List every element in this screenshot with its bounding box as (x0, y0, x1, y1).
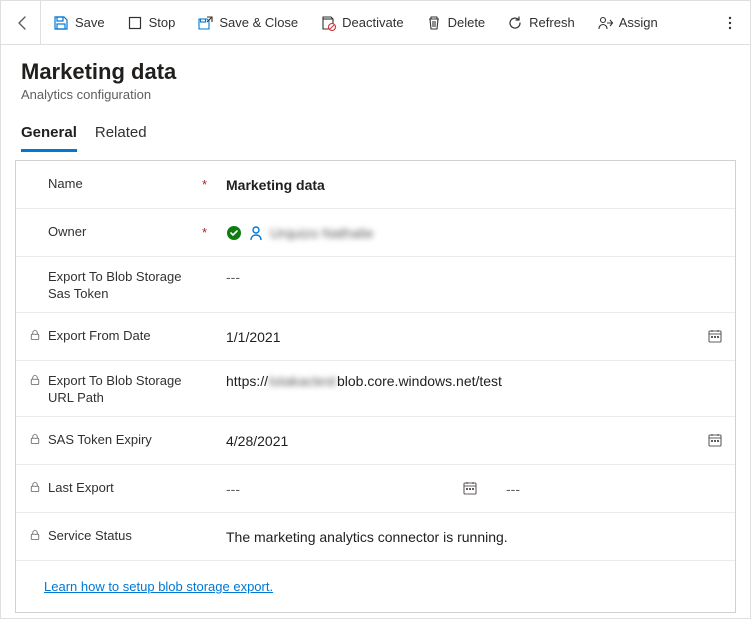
page-header: Marketing data Analytics configuration (1, 45, 750, 102)
page-subtitle: Analytics configuration (21, 87, 730, 102)
label-sas-expiry: SAS Token Expiry (48, 432, 152, 449)
row-url-path: Export To Blob Storage URL Path https://… (16, 361, 735, 417)
save-close-button[interactable]: Save & Close (187, 9, 308, 37)
stop-label: Stop (149, 15, 176, 30)
deactivate-icon (320, 15, 336, 31)
lock-icon (28, 528, 42, 541)
label-url-path: Export To Blob Storage URL Path (48, 373, 202, 407)
input-url-path[interactable]: https://lotakactestblob.core.windows.net… (222, 373, 725, 389)
label-service-status: Service Status (48, 528, 132, 545)
tab-strip: General Related (1, 118, 750, 152)
assign-icon (597, 15, 613, 31)
stop-button[interactable]: Stop (117, 9, 186, 37)
delete-label: Delete (448, 15, 486, 30)
input-name[interactable]: Marketing data (222, 177, 725, 193)
command-bar: Save Stop Save & Close Deactivate Delete (1, 1, 750, 45)
owner-name: Urquizo Nathalie (270, 225, 374, 241)
required-marker: * (202, 177, 222, 192)
save-label: Save (75, 15, 105, 30)
refresh-button[interactable]: Refresh (497, 9, 585, 37)
label-export-from: Export From Date (48, 328, 151, 345)
overflow-button[interactable] (714, 7, 746, 39)
row-name: Name * Marketing data (16, 161, 735, 209)
input-owner[interactable]: Urquizo Nathalie (222, 225, 725, 241)
label-name: Name (48, 176, 83, 193)
calendar-icon[interactable] (462, 480, 480, 498)
back-arrow-icon (15, 15, 31, 31)
row-sas-token: Export To Blob Storage Sas Token --- (16, 257, 735, 313)
lock-icon (28, 328, 42, 341)
row-export-from: Export From Date 1/1/2021 (16, 313, 735, 361)
app-frame: Save Stop Save & Close Deactivate Delete (0, 0, 751, 619)
page-title: Marketing data (21, 59, 730, 85)
label-sas-token: Export To Blob Storage Sas Token (48, 269, 202, 303)
label-last-export: Last Export (48, 480, 114, 497)
refresh-icon (507, 15, 523, 31)
row-sas-expiry: SAS Token Expiry 4/28/2021 (16, 417, 735, 465)
input-sas-token[interactable]: --- (222, 269, 725, 285)
label-owner: Owner (48, 224, 86, 241)
input-sas-expiry[interactable]: 4/28/2021 (222, 432, 725, 450)
deactivate-button[interactable]: Deactivate (310, 9, 413, 37)
setup-help-link[interactable]: Learn how to setup blob storage export. (44, 579, 273, 594)
footer-link-row: Learn how to setup blob storage export. (16, 561, 735, 612)
delete-icon (426, 15, 442, 31)
save-close-icon (197, 15, 213, 31)
stop-icon (127, 15, 143, 31)
save-icon (53, 15, 69, 31)
tab-general[interactable]: General (21, 118, 77, 152)
calendar-icon[interactable] (707, 432, 725, 450)
input-export-from[interactable]: 1/1/2021 (222, 328, 725, 346)
deactivate-label: Deactivate (342, 15, 403, 30)
required-marker: * (202, 225, 222, 240)
lock-icon (28, 432, 42, 445)
row-owner: Owner * Urquizo Nathalie (16, 209, 735, 257)
assign-button[interactable]: Assign (587, 9, 668, 37)
check-circle-icon (226, 225, 242, 241)
person-icon (248, 225, 264, 241)
save-button[interactable]: Save (43, 9, 115, 37)
delete-button[interactable]: Delete (416, 9, 496, 37)
form-panel: Name * Marketing data Owner * Urquizo Na… (15, 160, 736, 613)
row-service-status: Service Status The marketing analytics c… (16, 513, 735, 561)
back-button[interactable] (5, 1, 41, 45)
more-vertical-icon (722, 15, 738, 31)
refresh-label: Refresh (529, 15, 575, 30)
lock-icon (28, 480, 42, 493)
assign-label: Assign (619, 15, 658, 30)
input-last-export[interactable]: --- --- (222, 480, 725, 498)
value-service-status: The marketing analytics connector is run… (222, 529, 725, 545)
lock-icon (28, 373, 42, 386)
row-last-export: Last Export --- --- (16, 465, 735, 513)
save-close-label: Save & Close (219, 15, 298, 30)
calendar-icon[interactable] (707, 328, 725, 346)
tab-related[interactable]: Related (95, 118, 147, 152)
